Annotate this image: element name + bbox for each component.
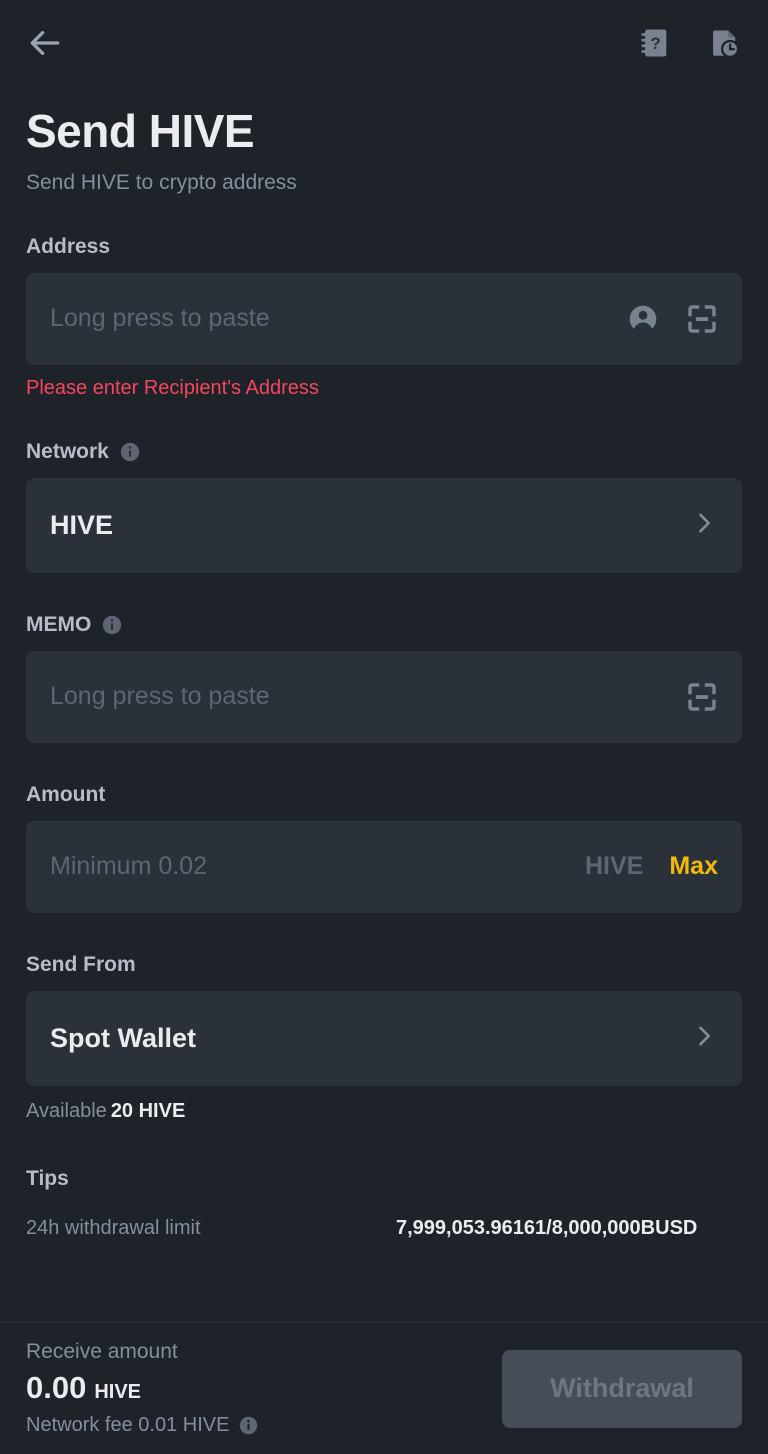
amount-field-block: Amount Minimum 0.02 HIVE Max [26, 783, 742, 913]
send-from-label-text: Send From [26, 952, 136, 976]
tip-key: 24h withdrawal limit [26, 1216, 201, 1239]
memo-input-actions [686, 681, 718, 713]
send-from-label: Send From [26, 953, 742, 977]
back-button[interactable] [26, 24, 64, 67]
page-title: Send HIVE [26, 105, 255, 157]
memo-field-block: MEMO Long press to paste [26, 613, 742, 743]
available-balance: Available 20 HIVE [26, 1100, 742, 1123]
tips-title: Tips [26, 1166, 69, 1190]
receive-amount-value-group: 0.00 HIVE [26, 1370, 259, 1406]
tip-row: 24h withdrawal limit 7,999,053.96161/8,0… [26, 1217, 742, 1240]
qr-scan-icon[interactable] [686, 303, 718, 335]
amount-label-text: Amount [26, 782, 106, 806]
chevron-right-icon [690, 509, 718, 542]
network-fee-text: Network fee 0.01 HIVE [26, 1414, 230, 1436]
receive-amount-unit: HIVE [94, 1381, 142, 1403]
amount-input-placeholder: Minimum 0.02 [50, 852, 207, 881]
info-icon[interactable] [238, 1415, 259, 1436]
transaction-history-button[interactable] [708, 26, 742, 65]
send-from-field-block: Send From Spot Wallet Available 20 HIVE [26, 953, 742, 1123]
address-label: Address [26, 235, 742, 259]
tip-value: 7,999,053.96161/8,000,000BUSD [396, 1216, 698, 1239]
amount-input[interactable]: Minimum 0.02 HIVE Max [26, 820, 742, 913]
bottom-action-bar: Receive amount 0.00 HIVE Network fee 0.0… [0, 1322, 768, 1454]
transaction-history-icon [708, 26, 742, 65]
network-field-block: Network HIVE [26, 440, 742, 573]
network-label: Network [26, 440, 742, 464]
max-button[interactable]: Max [669, 852, 718, 881]
faq-button[interactable]: ? [638, 26, 672, 65]
address-input-placeholder: Long press to paste [50, 304, 270, 333]
network-label-text: Network [26, 439, 109, 463]
top-bar: ? [0, 0, 768, 90]
network-select[interactable]: HIVE [26, 477, 742, 573]
chevron-right-icon [690, 1022, 718, 1055]
send-from-value: Spot Wallet [50, 1022, 196, 1053]
address-input[interactable]: Long press to paste [26, 272, 742, 365]
qr-scan-icon[interactable] [686, 681, 718, 713]
memo-label-text: MEMO [26, 612, 92, 636]
contact-person-icon[interactable] [626, 302, 660, 336]
receive-amount-value: 0.00 [26, 1370, 87, 1405]
withdrawal-button[interactable]: Withdrawal [502, 1349, 742, 1428]
memo-input[interactable]: Long press to paste [26, 650, 742, 743]
info-icon[interactable] [101, 614, 123, 636]
info-icon[interactable] [119, 441, 141, 463]
address-error-message: Please enter Recipient's Address [26, 376, 319, 399]
amount-label: Amount [26, 783, 742, 807]
send-from-select[interactable]: Spot Wallet [26, 990, 742, 1086]
amount-unit: HIVE [585, 852, 644, 881]
memo-label: MEMO [26, 613, 742, 637]
memo-input-placeholder: Long press to paste [50, 682, 270, 711]
network-fee-line: Network fee 0.01 HIVE [26, 1414, 259, 1437]
svg-text:?: ? [650, 33, 660, 52]
send-hive-screen: ? Send HIVE Send HIVE to crypto address [0, 0, 768, 1454]
amount-input-actions: HIVE Max [585, 852, 718, 881]
available-value: 20 HIVE [110, 1099, 186, 1122]
faq-book-icon: ? [638, 26, 672, 65]
address-label-text: Address [26, 234, 111, 258]
network-value: HIVE [50, 509, 114, 540]
receive-summary: Receive amount 0.00 HIVE Network fee 0.0… [26, 1340, 259, 1437]
main-content: Send HIVE Send HIVE to crypto address Ad… [0, 106, 768, 1240]
top-bar-actions: ? [638, 26, 742, 65]
arrow-left-icon [26, 24, 64, 67]
address-field-block: Address Long press to paste Please enter… [26, 235, 742, 400]
available-label: Available [26, 1099, 107, 1122]
receive-amount-label: Receive amount [26, 1340, 178, 1363]
address-input-actions [626, 302, 718, 336]
page-subtitle: Send HIVE to crypto address [26, 170, 297, 194]
